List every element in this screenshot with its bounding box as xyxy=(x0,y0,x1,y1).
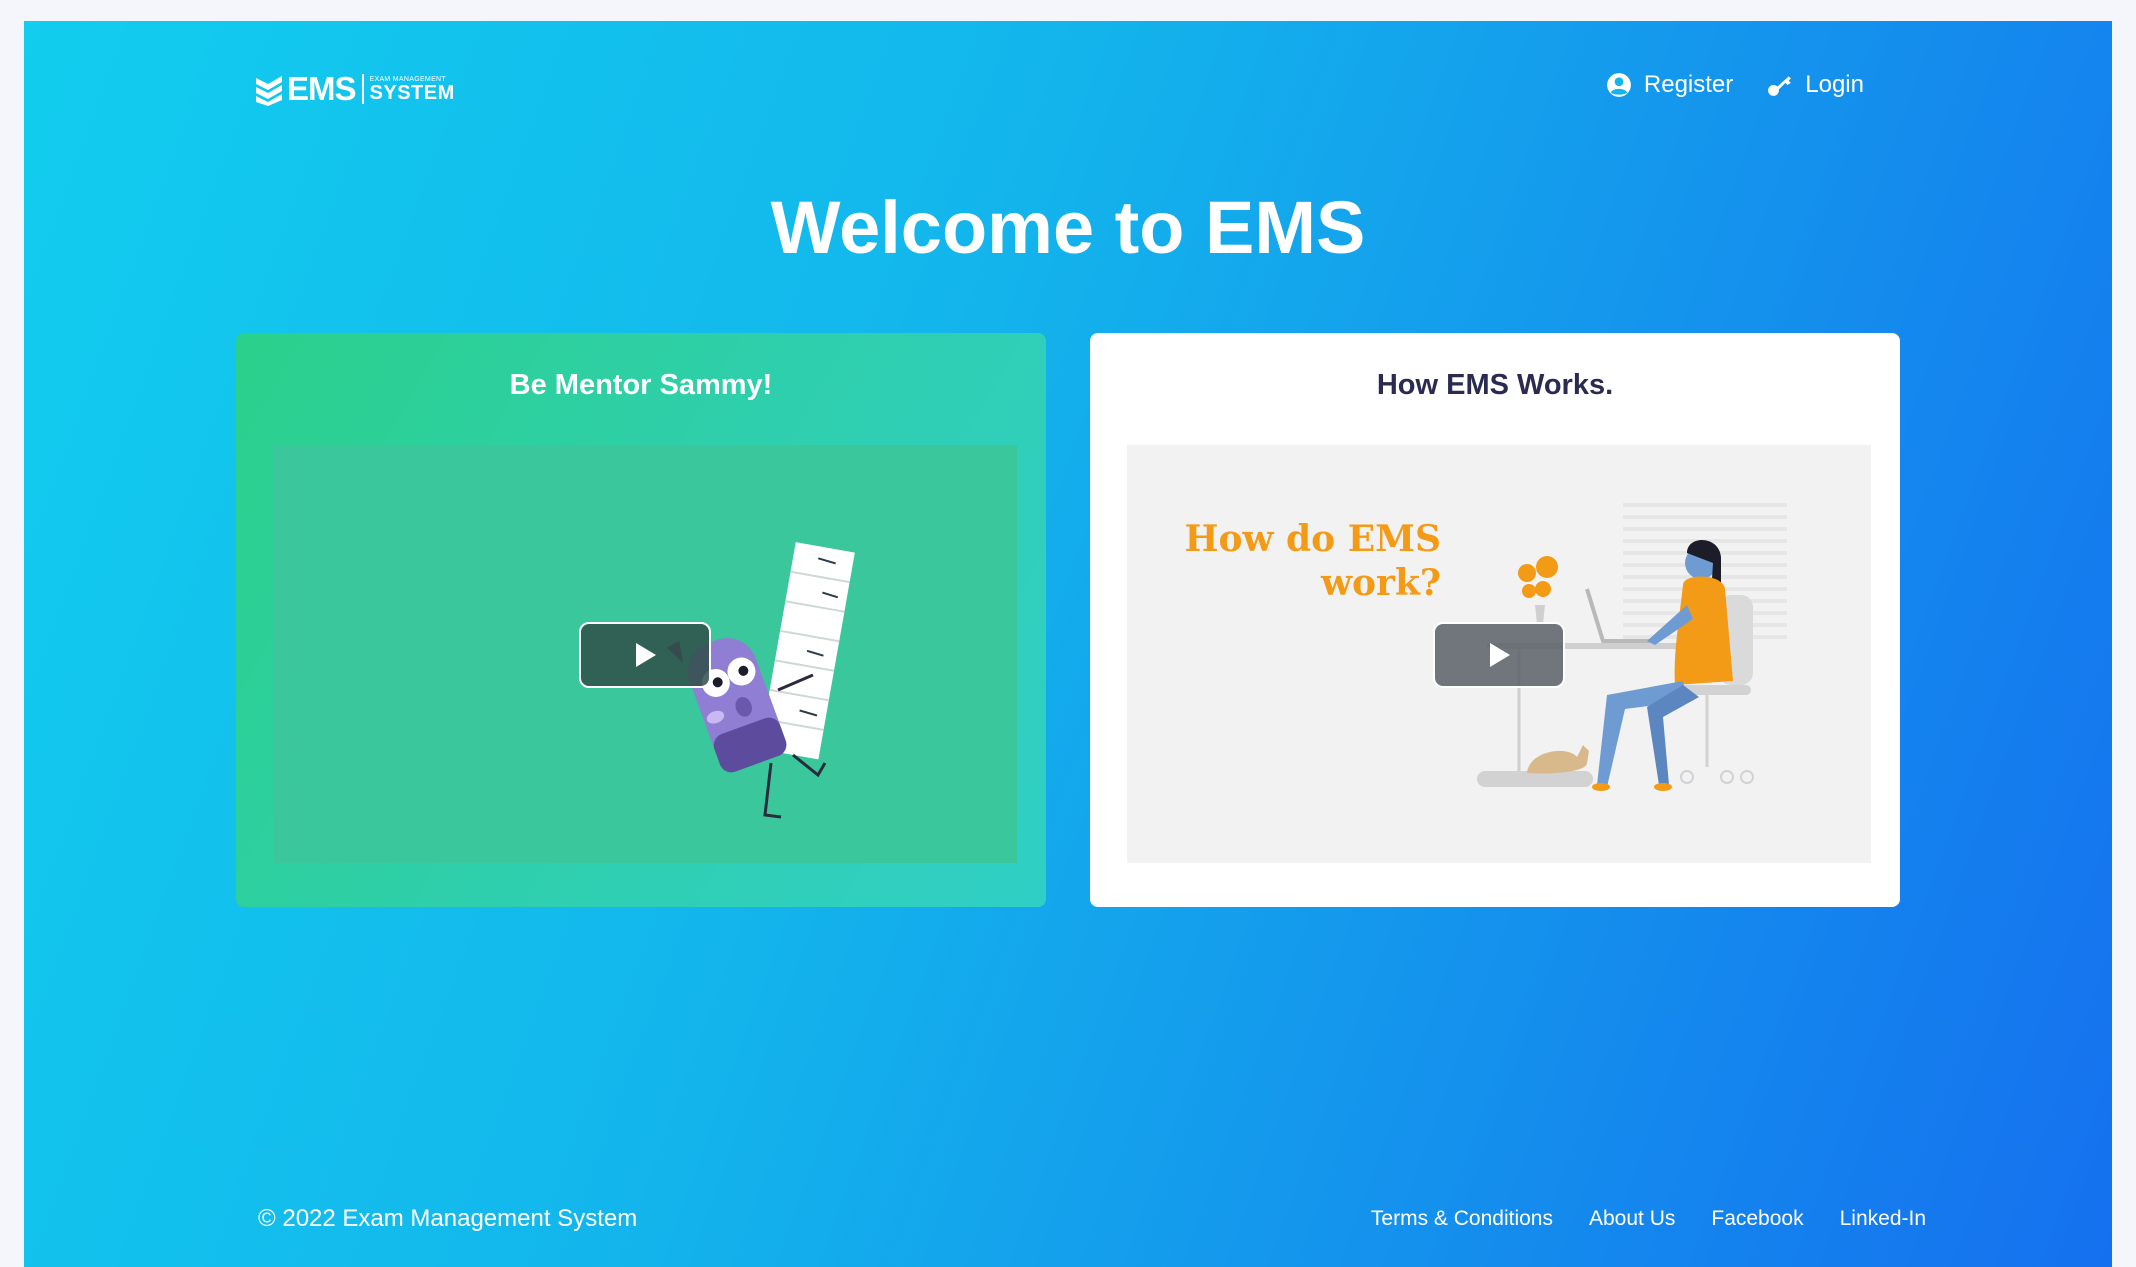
card-title: How EMS Works. xyxy=(1376,369,1614,401)
mentor-sammy-card: Be Mentor Sammy! xyxy=(236,333,1046,907)
card-title: Be Mentor Sammy! xyxy=(509,369,773,401)
logo-divider xyxy=(361,74,364,104)
video-caption-line2: work? xyxy=(1320,562,1441,604)
logo-tagline-large: SYSTEM xyxy=(369,81,455,104)
key-icon xyxy=(1768,76,1792,96)
video-caption: How do EMS work? xyxy=(1184,517,1441,605)
video-player[interactable] xyxy=(273,445,1017,863)
play-icon xyxy=(636,643,656,667)
footer-link-about[interactable]: About Us xyxy=(1589,1207,1675,1231)
play-button[interactable] xyxy=(579,622,711,688)
register-label: Register xyxy=(1643,71,1734,98)
logo-wordmark: EMS xyxy=(287,70,357,107)
login-label: Login xyxy=(1805,71,1864,98)
copyright-text: © 2022 Exam Management System xyxy=(258,1205,638,1232)
logo-chevrons-icon xyxy=(256,76,282,106)
play-button[interactable] xyxy=(1433,622,1565,688)
user-circle-icon xyxy=(1606,73,1631,97)
ems-logo[interactable]: EMS EXAM MANAGEMENT SYSTEM xyxy=(254,70,455,108)
logo-tagline: EXAM MANAGEMENT SYSTEM xyxy=(370,76,455,103)
top-nav: Register Login xyxy=(1606,71,1864,99)
page-title: Welcome to EMS xyxy=(770,186,1366,269)
footer-link-facebook[interactable]: Facebook xyxy=(1711,1207,1803,1231)
register-link[interactable]: Register xyxy=(1606,71,1733,99)
play-icon xyxy=(1490,643,1510,667)
footer-link-terms[interactable]: Terms & Conditions xyxy=(1371,1207,1553,1231)
video-caption-line1: How do EMS xyxy=(1184,518,1441,560)
page-background: EMS EXAM MANAGEMENT SYSTEM Register Logi… xyxy=(24,21,2112,1267)
footer-links: Terms & Conditions About Us Facebook Lin… xyxy=(1371,1207,1926,1231)
video-player[interactable]: How do EMS work? xyxy=(1127,445,1871,863)
login-link[interactable]: Login xyxy=(1767,71,1864,99)
how-ems-works-card: How EMS Works. How do EMS work? xyxy=(1090,333,1900,907)
footer-link-linkedin[interactable]: Linked-In xyxy=(1840,1207,1926,1231)
